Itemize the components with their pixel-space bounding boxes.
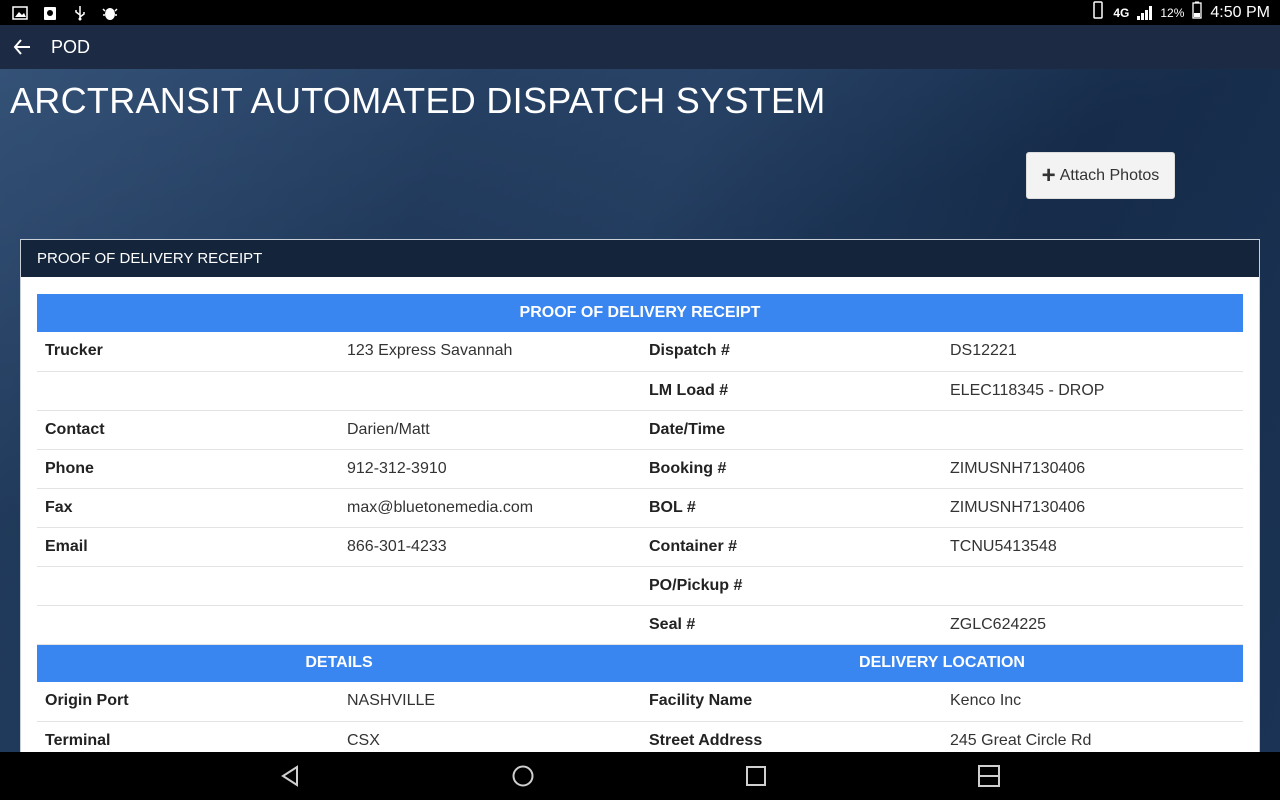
table-row: Contact Darien/Matt Date/Time bbox=[37, 410, 1243, 450]
app-bar: POD bbox=[0, 25, 1280, 69]
home-circle-icon[interactable] bbox=[511, 764, 535, 788]
app-bar-title: POD bbox=[51, 36, 91, 57]
section-title-delivery-location: DELIVERY LOCATION bbox=[641, 644, 1243, 682]
android-debug-icon bbox=[102, 5, 118, 21]
network-type: 4G bbox=[1113, 5, 1130, 20]
field-value: ZGLC624225 bbox=[942, 605, 1243, 645]
split-screen-icon[interactable] bbox=[977, 764, 1001, 788]
page-title: ARCTRANSIT AUTOMATED DISPATCH SYSTEM bbox=[10, 80, 826, 121]
status-bar: 4G 12% 4:50 PM bbox=[0, 0, 1280, 25]
signal-icon bbox=[1137, 5, 1153, 20]
field-value bbox=[339, 371, 641, 411]
table-row: Origin Port NASHVILLE Facility Name Kenc… bbox=[37, 682, 1243, 722]
table-row: Fax max@bluetonemedia.com BOL # ZIMUSNH7… bbox=[37, 488, 1243, 528]
field-value: ZIMUSNH7130406 bbox=[942, 449, 1243, 489]
field-label: Booking # bbox=[641, 449, 942, 489]
pod-panel: PROOF OF DELIVERY RECEIPT PROOF OF DELIV… bbox=[20, 239, 1260, 761]
field-value bbox=[942, 410, 1243, 450]
battery-percent: 12% bbox=[1160, 5, 1185, 20]
field-label: Origin Port bbox=[37, 682, 339, 722]
field-label: Contact bbox=[37, 410, 339, 450]
field-value bbox=[942, 566, 1243, 606]
field-label bbox=[37, 605, 339, 645]
section-header: PROOF OF DELIVERY RECEIPT bbox=[37, 294, 1243, 332]
field-value: 123 Express Savannah bbox=[339, 332, 641, 372]
field-label: Phone bbox=[37, 449, 339, 489]
field-label: Facility Name bbox=[641, 682, 942, 722]
phone-vibrate-icon bbox=[1091, 1, 1105, 24]
field-label: LM Load # bbox=[641, 371, 942, 411]
field-value: ZIMUSNH7130406 bbox=[942, 488, 1243, 528]
field-value: max@bluetonemedia.com bbox=[339, 488, 641, 528]
field-label bbox=[37, 371, 339, 411]
field-value: 866-301-4233 bbox=[339, 527, 641, 567]
attach-photos-button[interactable]: + Attach Photos bbox=[1026, 152, 1175, 199]
field-value: Kenco Inc bbox=[942, 682, 1243, 722]
attach-photos-label: Attach Photos bbox=[1059, 166, 1160, 184]
field-value: 912-312-3910 bbox=[339, 449, 641, 489]
field-label: Container # bbox=[641, 527, 942, 567]
table-row: LM Load # ELEC118345 - DROP bbox=[37, 371, 1243, 411]
usb-icon bbox=[72, 5, 88, 21]
panel-header: PROOF OF DELIVERY RECEIPT bbox=[21, 240, 1259, 277]
field-value bbox=[339, 605, 641, 645]
battery-icon bbox=[1192, 1, 1203, 24]
back-triangle-icon[interactable] bbox=[278, 764, 302, 788]
recents-square-icon[interactable] bbox=[744, 764, 768, 788]
plus-icon: + bbox=[1041, 161, 1056, 189]
table-row: Email 866-301-4233 Container # TCNU54135… bbox=[37, 527, 1243, 567]
field-label bbox=[37, 566, 339, 606]
table-row: Seal # ZGLC624225 bbox=[37, 605, 1243, 645]
field-label: BOL # bbox=[641, 488, 942, 528]
field-label: Date/Time bbox=[641, 410, 942, 450]
section-title: PROOF OF DELIVERY RECEIPT bbox=[37, 294, 1243, 332]
field-label: Seal # bbox=[641, 605, 942, 645]
table-row: Trucker 123 Express Savannah Dispatch # … bbox=[37, 332, 1243, 372]
field-label: Email bbox=[37, 527, 339, 567]
field-label: Fax bbox=[37, 488, 339, 528]
field-value bbox=[339, 566, 641, 606]
table-row: Phone 912-312-3910 Booking # ZIMUSNH7130… bbox=[37, 449, 1243, 489]
clipboard-icon bbox=[42, 5, 58, 21]
field-value: ELEC118345 - DROP bbox=[942, 371, 1243, 411]
arrow-left-icon[interactable] bbox=[6, 38, 38, 56]
field-value: Darien/Matt bbox=[339, 410, 641, 450]
pod-table: PROOF OF DELIVERY RECEIPT Trucker 123 Ex… bbox=[37, 294, 1243, 761]
field-label: Trucker bbox=[37, 332, 339, 372]
field-label: Dispatch # bbox=[641, 332, 942, 372]
clock: 4:50 PM bbox=[1210, 3, 1270, 21]
section-title-details: DETAILS bbox=[37, 644, 641, 682]
field-label: PO/Pickup # bbox=[641, 566, 942, 606]
image-icon bbox=[12, 5, 28, 21]
section-header: DETAILS DELIVERY LOCATION bbox=[37, 644, 1243, 682]
field-value: DS12221 bbox=[942, 332, 1243, 372]
field-value: NASHVILLE bbox=[339, 682, 641, 722]
field-value: TCNU5413548 bbox=[942, 527, 1243, 567]
system-nav-bar bbox=[0, 752, 1280, 800]
table-row: PO/Pickup # bbox=[37, 566, 1243, 606]
